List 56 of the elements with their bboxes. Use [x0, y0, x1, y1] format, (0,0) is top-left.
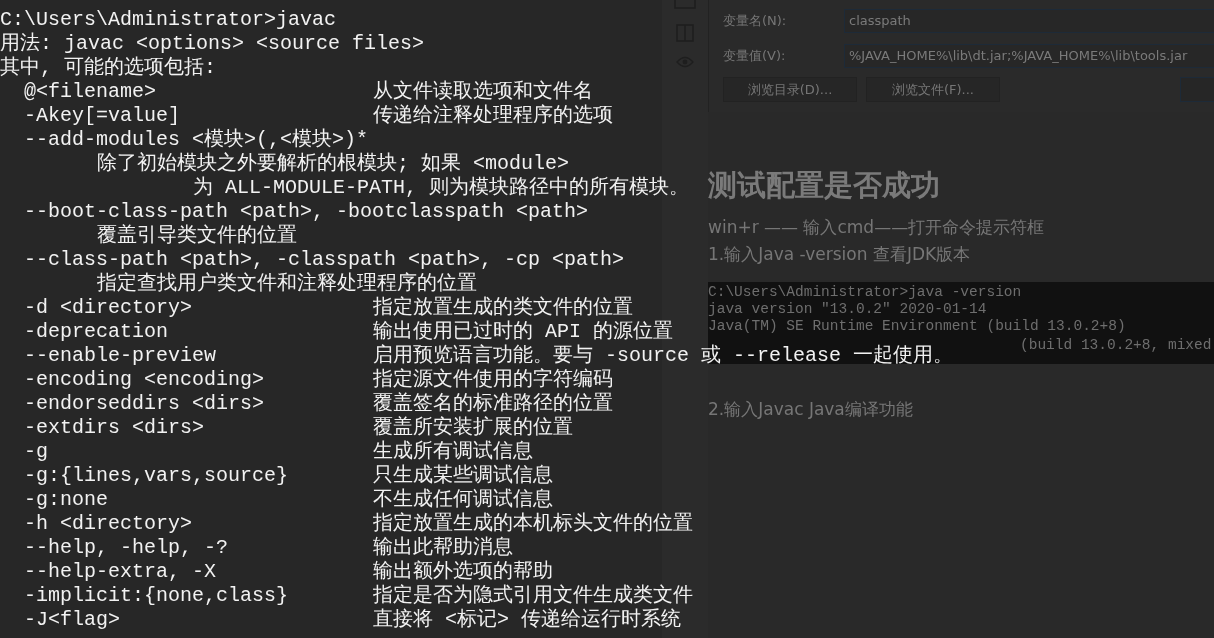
option-description: 指定查找用户类文件和注释处理程序的位置 [97, 272, 477, 295]
option-description: 覆盖引导类文件的位置 [97, 224, 297, 247]
option-name: -implicit:{none,class} [24, 584, 289, 607]
option-name: --add-modules <模块>(,<模块>)* [24, 128, 369, 151]
option-description: 输出额外选项的帮助 [373, 560, 553, 584]
option-name: --enable-preview [24, 344, 217, 367]
option-description: 输出使用已过时的 API 的源位置 [373, 320, 673, 344]
option-description: 指定是否为隐式引用文件生成类文件 [373, 584, 693, 608]
terminal-line: C:\Users\Administrator>javac [0, 8, 337, 31]
option-name: -endorseddirs <dirs> [24, 392, 265, 415]
option-name: -g:none [24, 488, 108, 511]
option-description: 输出此帮助消息 [373, 536, 513, 560]
option-description: 指定放置生成的本机标头文件的位置 [373, 512, 693, 536]
paragraph: win+r —— 输入cmd——打开命令提示符框 [708, 216, 1046, 239]
option-name: -g:{lines,vars,source} [24, 464, 289, 487]
option-name: -g [24, 440, 48, 463]
section-heading: 测试配置是否成功 [708, 168, 940, 202]
code-line: C:\Users\Administrator>java -version [708, 284, 1022, 301]
code-line: Java(TM) SE Runtime Environment (build 13.0.2+8) [708, 318, 1126, 335]
option-name: -d <directory> [24, 296, 193, 319]
option-description: 只生成某些调试信息 [373, 464, 553, 488]
terminal-line: 用法: javac <options> <source files> [0, 32, 425, 55]
option-description: 覆盖所安装扩展的位置 [373, 416, 573, 440]
option-name: --class-path <path>, -classpath <path>, -cp <path> [24, 248, 625, 271]
paragraph: 2.输入Javac Java编译功能 [708, 398, 913, 421]
option-description: 为 ALL-MODULE-PATH, 则为模块路径中的所有模块。 [193, 176, 690, 199]
input-field[interactable]: classpath [844, 8, 1214, 33]
option-name: -Akey[=value] [24, 104, 181, 127]
option-name: @<filename> [24, 80, 157, 103]
option-description: 覆盖签名的标准路径的位置 [373, 392, 613, 416]
field-label: 变量名(N): [723, 11, 788, 30]
field-label: 变量值(V): [723, 46, 787, 65]
option-description: 除了初始模块之外要解析的根模块; 如果 <module> [97, 152, 570, 175]
option-name: -h <directory> [24, 512, 193, 535]
paragraph: 1.输入Java -version 查看JDK版本 [708, 243, 972, 266]
browse-button[interactable]: 浏览文件(F)... [866, 77, 1000, 102]
option-name: --boot-class-path <path>, -bootclasspath <path> [24, 200, 589, 223]
option-name: --help, -help, -? [24, 536, 229, 559]
option-description: 指定放置生成的类文件的位置 [373, 296, 633, 320]
terminal-line: 其中, 可能的选项包括: [0, 56, 216, 79]
option-name: --help-extra, -X [24, 560, 217, 583]
option-name: -deprecation [24, 320, 169, 343]
option-description: 传递给注释处理程序的选项 [373, 104, 613, 128]
option-description: 生成所有调试信息 [373, 440, 533, 464]
option-name: -J<flag> [24, 608, 120, 631]
option-name: -extdirs <dirs> [24, 416, 205, 439]
input-field[interactable]: %JAVA_HOME%\lib\dt.jar;%JAVA_HOME%\lib\tools.jar [844, 43, 1214, 68]
option-description: 不生成任何调试信息 [373, 488, 553, 512]
option-description: 启用预览语言功能。要与 -source 或 --release 一起使用。 [373, 344, 954, 368]
code-line: java version "13.0.2" 2020-01-14 [708, 301, 987, 318]
option-name: -encoding <encoding> [24, 368, 265, 391]
code-line: (build 13.0.2+8, mixed [1020, 337, 1212, 354]
option-description: 从文件读取选项和文件名 [373, 80, 593, 104]
option-description: 直接将 <标记> 传递给运行时系统 [373, 608, 681, 632]
option-description: 指定源文件使用的字符编码 [373, 368, 613, 392]
browse-button[interactable]: 浏览目录(D)... [723, 77, 857, 102]
